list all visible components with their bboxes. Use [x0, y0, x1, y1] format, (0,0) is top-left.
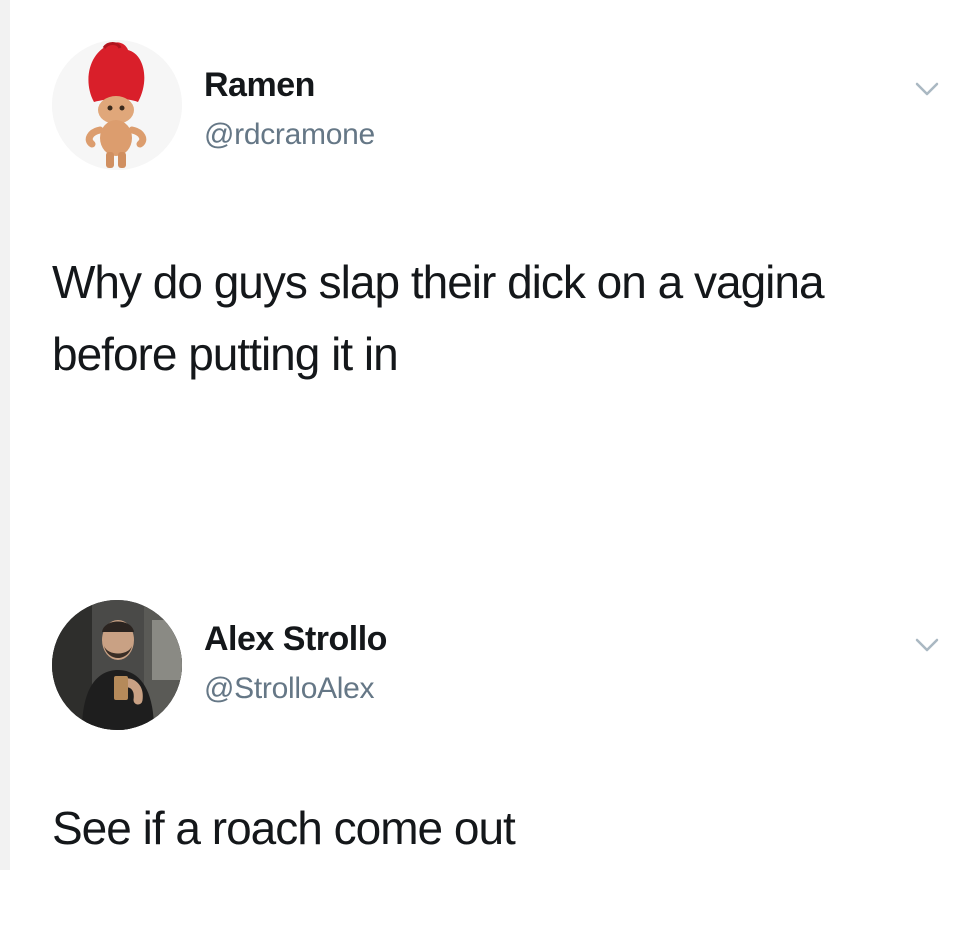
- tweet-alex-strollo[interactable]: Alex Strollo @StrolloAlex See if a roach…: [0, 580, 960, 860]
- screen: Ramen @rdcramone Why do guys slap their …: [0, 0, 960, 929]
- tweet-ramen[interactable]: Ramen @rdcramone Why do guys slap their …: [0, 0, 960, 440]
- troll-doll-icon: [52, 40, 182, 170]
- profile-photo-avatar[interactable]: [52, 600, 182, 730]
- display-name[interactable]: Ramen: [204, 66, 315, 105]
- bottom-band: [0, 870, 960, 929]
- tweet-text-line-2: before putting it in: [52, 328, 399, 380]
- username-handle[interactable]: @StrolloAlex: [204, 672, 375, 706]
- chevron-down-icon[interactable]: [914, 636, 940, 654]
- username-handle[interactable]: @rdcramone: [204, 118, 375, 152]
- tweet-text-line-1: See if a roach come out: [52, 802, 516, 854]
- profile-photo-icon: [52, 600, 182, 730]
- tweet-text-line-1: Why do guys slap their dick on a vagina: [52, 256, 825, 308]
- display-name[interactable]: Alex Strollo: [204, 620, 387, 659]
- tweet-text: See if a roach come out: [52, 792, 516, 864]
- tweet-text: Why do guys slap their dick on a vagina …: [52, 246, 825, 390]
- troll-doll-avatar[interactable]: [52, 40, 182, 170]
- chevron-down-icon[interactable]: [914, 80, 940, 98]
